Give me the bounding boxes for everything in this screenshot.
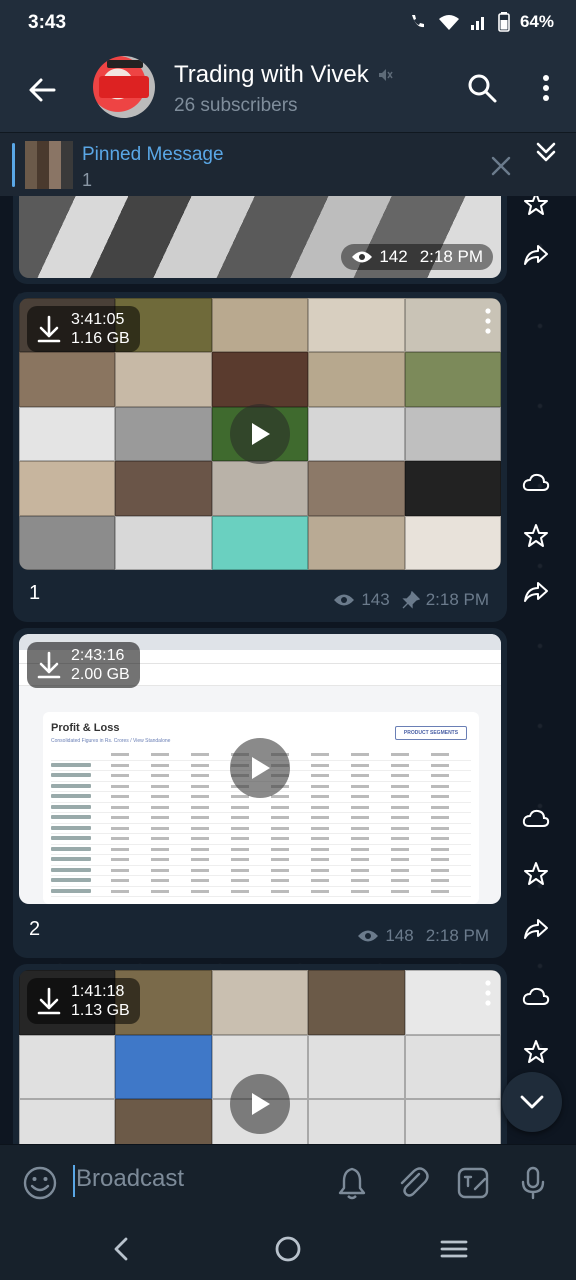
attach-icon[interactable] (395, 1165, 431, 1201)
share-icon[interactable] (518, 574, 554, 610)
more-vert-icon[interactable] (530, 72, 562, 104)
download-icon (37, 987, 61, 1015)
share-icon[interactable] (518, 237, 554, 273)
share-icon[interactable] (518, 911, 554, 947)
video-thumbnail[interactable]: 3:41:05 1.16 GB (19, 298, 501, 570)
media-menu-icon[interactable] (485, 308, 491, 334)
chat-header: Trading with Vivek 26 subscribers (0, 48, 576, 132)
media-menu-icon[interactable] (485, 980, 491, 1006)
download-icon (37, 651, 61, 679)
message-bubble[interactable]: 142 2:18 PM (13, 196, 507, 284)
message-caption: 1 (29, 582, 41, 604)
views-icon (334, 594, 355, 606)
message-caption: 2 (29, 918, 41, 940)
message-composer: Broadcast (0, 1144, 576, 1218)
battery-percent: 64% (519, 12, 554, 31)
cloud-download-icon[interactable] (518, 978, 554, 1014)
play-button[interactable] (230, 404, 290, 464)
broadcast-input[interactable]: Broadcast (76, 1165, 184, 1193)
message-meta: 148 2:18 PM (357, 926, 489, 946)
sticker-icon[interactable] (455, 1165, 491, 1201)
video-duration: 3:41:05 (71, 311, 125, 328)
subscriber-count: 26 subscribers (174, 95, 298, 116)
search-icon[interactable] (466, 72, 498, 104)
play-icon (252, 1093, 270, 1115)
view-count: 143 (361, 590, 390, 609)
mute-icon (378, 69, 393, 81)
chevron-down-icon (520, 1095, 544, 1109)
play-button[interactable] (230, 738, 290, 798)
view-count: 148 (385, 926, 414, 945)
back-nav-icon[interactable] (107, 1234, 137, 1264)
pinned-title: Pinned Message (82, 144, 224, 165)
favorite-star-icon[interactable] (518, 856, 554, 892)
message-meta: 142 2:18 PM (341, 244, 493, 270)
screenshot-subheading: Consolidated Figures in Rs. Crores / Vie… (51, 738, 171, 744)
play-button[interactable] (230, 1074, 290, 1134)
screenshot-heading: Profit & Loss (51, 722, 120, 734)
cloud-download-icon[interactable] (518, 800, 554, 836)
video-size: 2.00 GB (71, 666, 130, 683)
cloud-download-icon[interactable] (518, 464, 554, 500)
signal-icon (470, 17, 484, 30)
pinned-indicator (12, 143, 15, 187)
close-icon[interactable] (490, 155, 512, 177)
home-nav-icon[interactable] (273, 1234, 303, 1264)
views-icon (352, 251, 373, 263)
message-meta: 143 2:18 PM (333, 590, 489, 610)
message-list[interactable]: 142 2:18 PM 3:41:05 1.16 GB 1 143 2:18 P… (0, 196, 576, 1144)
pinned-thumbnail (25, 141, 73, 189)
message-bubble[interactable]: Profit & Loss Consolidated Figures in Rs… (13, 628, 507, 958)
status-time: 3:43 (28, 12, 67, 33)
video-duration: 2:43:16 (71, 647, 125, 664)
expand-chevrons-icon[interactable] (532, 138, 560, 166)
pinned-message-bar[interactable]: Pinned Message 1 (0, 132, 576, 196)
video-thumbnail[interactable]: 142 2:18 PM (19, 196, 501, 278)
video-thumbnail[interactable]: 1:41:18 1.13 GB (19, 970, 501, 1144)
message-bubble[interactable]: 1:41:18 1.13 GB (13, 964, 507, 1144)
view-count: 142 (379, 247, 408, 266)
download-badge[interactable]: 1:41:18 1.13 GB (27, 978, 140, 1024)
views-icon (358, 930, 379, 942)
download-badge[interactable]: 3:41:05 1.16 GB (27, 306, 140, 352)
message-bubble[interactable]: 3:41:05 1.16 GB 1 143 2:18 PM (13, 292, 507, 622)
favorite-star-icon[interactable] (518, 196, 554, 222)
microphone-icon[interactable] (515, 1165, 551, 1201)
message-time: 2:18 PM (425, 590, 489, 609)
play-icon (252, 423, 270, 445)
favorite-star-icon[interactable] (518, 518, 554, 554)
wifi-calling-icon (411, 15, 424, 28)
text-cursor (73, 1165, 75, 1197)
system-nav-bar (0, 1218, 576, 1280)
play-icon (252, 757, 270, 779)
recents-nav-icon[interactable] (439, 1234, 469, 1264)
channel-name: Trading with Vivek (174, 61, 369, 88)
status-icons: 64% (408, 12, 554, 32)
favorite-star-icon[interactable] (518, 1034, 554, 1070)
message-time: 2:18 PM (425, 926, 489, 945)
video-thumbnail[interactable]: Profit & Loss Consolidated Figures in Rs… (19, 634, 501, 904)
back-arrow-icon[interactable] (24, 72, 60, 108)
channel-title[interactable]: Trading with Vivek (174, 61, 393, 89)
message-time: 2:18 PM (419, 247, 483, 266)
download-badge[interactable]: 2:43:16 2.00 GB (27, 642, 140, 688)
screenshot-button: PRODUCT SEGMENTS (395, 726, 467, 740)
pinned-subtitle: 1 (82, 170, 93, 190)
scroll-down-button[interactable] (502, 1072, 562, 1132)
video-size: 1.13 GB (71, 1002, 130, 1019)
status-bar: 3:43 64% (0, 0, 576, 48)
bell-icon[interactable] (334, 1165, 370, 1201)
emoji-icon[interactable] (22, 1165, 58, 1201)
download-icon (37, 315, 61, 343)
video-duration: 1:41:18 (71, 983, 125, 1000)
video-size: 1.16 GB (71, 330, 130, 347)
channel-avatar[interactable] (93, 56, 155, 118)
pin-icon (402, 591, 420, 609)
battery-icon (498, 12, 510, 32)
wifi-icon (438, 15, 459, 30)
